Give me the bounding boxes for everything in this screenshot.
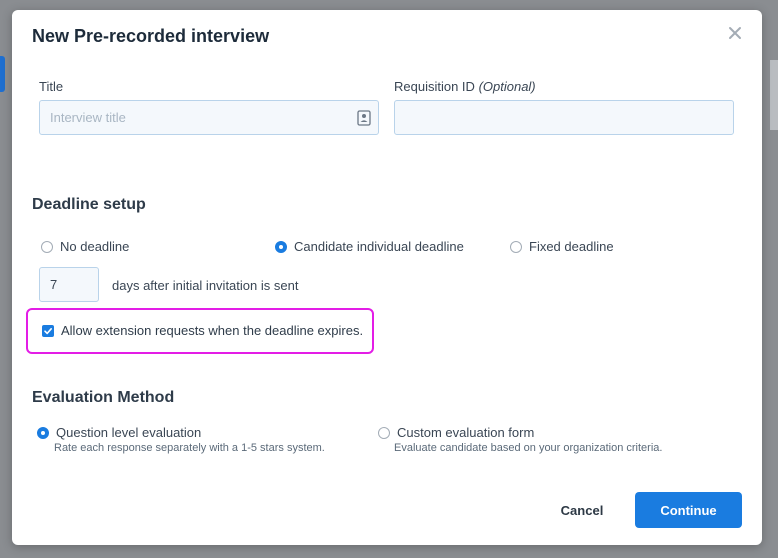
contact-card-icon: [357, 110, 371, 126]
radio-indicator: [37, 426, 49, 439]
cancel-button[interactable]: Cancel: [552, 494, 612, 526]
question-level-hint: Rate each response separately with a 1-5…: [54, 442, 325, 454]
checkbox-label: Allow extension requests when the deadli…: [61, 323, 364, 338]
custom-form-hint: Evaluate candidate based on your organiz…: [394, 442, 663, 454]
radio-indicator: [41, 240, 53, 253]
radio-no-deadline[interactable]: No deadline: [41, 239, 129, 254]
backdrop-accent: [0, 56, 5, 92]
radio-label: No deadline: [60, 239, 130, 254]
radio-indicator: [378, 426, 390, 439]
radio-question-level-evaluation[interactable]: Question level evaluation: [37, 425, 201, 440]
days-suffix-text: days after initial invitation is sent: [112, 278, 299, 293]
close-button[interactable]: [726, 24, 744, 42]
new-interview-dialog: New Pre-recorded interview Title Requisi…: [12, 10, 762, 545]
radio-custom-evaluation-form[interactable]: Custom evaluation form: [378, 425, 534, 440]
requisition-label-text: Requisition ID: [394, 79, 475, 94]
backdrop-panel: [770, 60, 778, 130]
close-icon: [729, 27, 741, 39]
continue-button[interactable]: Continue: [635, 492, 742, 528]
radio-indicator: [510, 240, 522, 253]
deadline-section-title: Deadline setup: [32, 196, 146, 213]
radio-label: Candidate individual deadline: [294, 239, 464, 254]
radio-label: Fixed deadline: [529, 239, 614, 254]
optional-hint: (Optional): [478, 79, 536, 94]
checkmark-icon: [44, 327, 52, 334]
requisition-id-input[interactable]: [394, 100, 734, 135]
evaluation-section-title: Evaluation Method: [32, 389, 175, 406]
title-label: Title: [39, 79, 64, 94]
requisition-label: Requisition ID (Optional): [394, 79, 536, 94]
radio-label: Custom evaluation form: [397, 425, 535, 440]
radio-indicator: [275, 240, 287, 253]
title-input[interactable]: [39, 100, 379, 135]
deadline-days-input[interactable]: [39, 267, 99, 302]
extension-requests-checkbox[interactable]: Allow extension requests when the deadli…: [42, 323, 363, 338]
checkbox-indicator: [42, 324, 54, 337]
radio-candidate-individual-deadline[interactable]: Candidate individual deadline: [275, 239, 464, 254]
dialog-title: New Pre-recorded interview: [32, 26, 270, 46]
radio-fixed-deadline[interactable]: Fixed deadline: [510, 239, 614, 254]
radio-label: Question level evaluation: [56, 425, 202, 440]
